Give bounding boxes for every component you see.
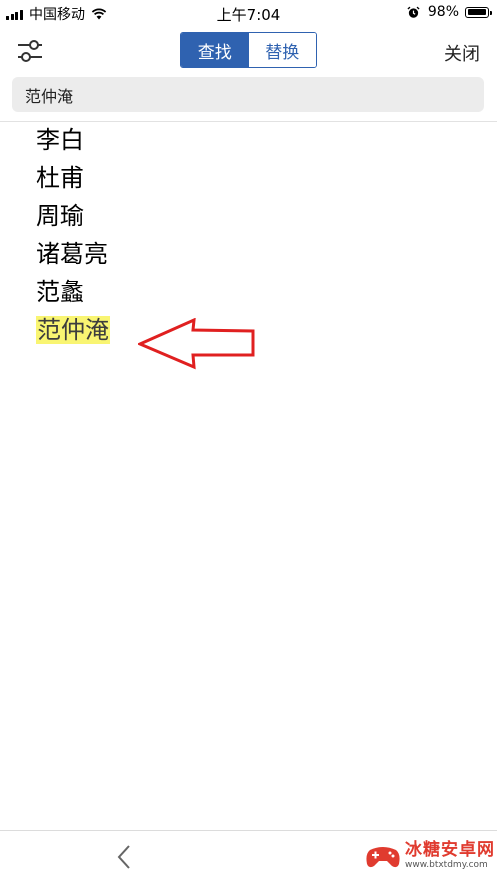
battery-percent: 98% (427, 4, 459, 20)
mode-segmented-control: 查找 替换 (180, 32, 317, 68)
gamepad-logo-icon (366, 847, 400, 868)
status-bar: 中国移动 上午7:04 98% (0, 0, 497, 26)
divider (0, 121, 497, 122)
document-line: 诸葛亮 (36, 238, 110, 276)
line-text: 李白 (36, 126, 84, 154)
close-button[interactable]: 关闭 (444, 40, 480, 66)
document-line: 杜甫 (36, 162, 110, 200)
search-match-highlight: 范仲淹 (36, 316, 110, 344)
document-line: 范蠡 (36, 276, 110, 314)
line-text: 范蠡 (36, 278, 84, 306)
alarm-icon (407, 6, 420, 18)
watermark-url: www.btxtdmy.com (405, 860, 488, 870)
search-input[interactable]: 范仲淹 (12, 77, 484, 112)
find-toolbar: 查找 替换 关闭 (0, 26, 497, 74)
sliders-icon[interactable] (16, 38, 44, 64)
document-line: 范仲淹 (36, 314, 110, 352)
status-right: 98% (407, 4, 492, 20)
tab-replace[interactable]: 替换 (248, 33, 316, 67)
document-line: 周瑜 (36, 200, 110, 238)
line-text: 周瑜 (36, 202, 84, 230)
battery-fill (467, 9, 487, 15)
annotation-arrow-icon (138, 318, 255, 370)
watermark-title: 冰糖安卓网 (405, 840, 495, 860)
chevron-left-icon[interactable] (112, 841, 136, 873)
line-text: 杜甫 (36, 164, 84, 192)
document-line: 李白 (36, 124, 110, 162)
document-body: 李白 杜甫 周瑜 诸葛亮 范蠡 范仲淹 (36, 124, 110, 352)
watermark: 冰糖安卓网 www.btxtdmy.com (364, 842, 495, 870)
watermark-text: 冰糖安卓网 www.btxtdmy.com (405, 842, 495, 870)
line-text: 诸葛亮 (36, 240, 108, 268)
battery-icon (465, 6, 492, 18)
bottom-bar: 冰糖安卓网 www.btxtdmy.com (0, 830, 497, 884)
tab-find[interactable]: 查找 (181, 33, 249, 67)
